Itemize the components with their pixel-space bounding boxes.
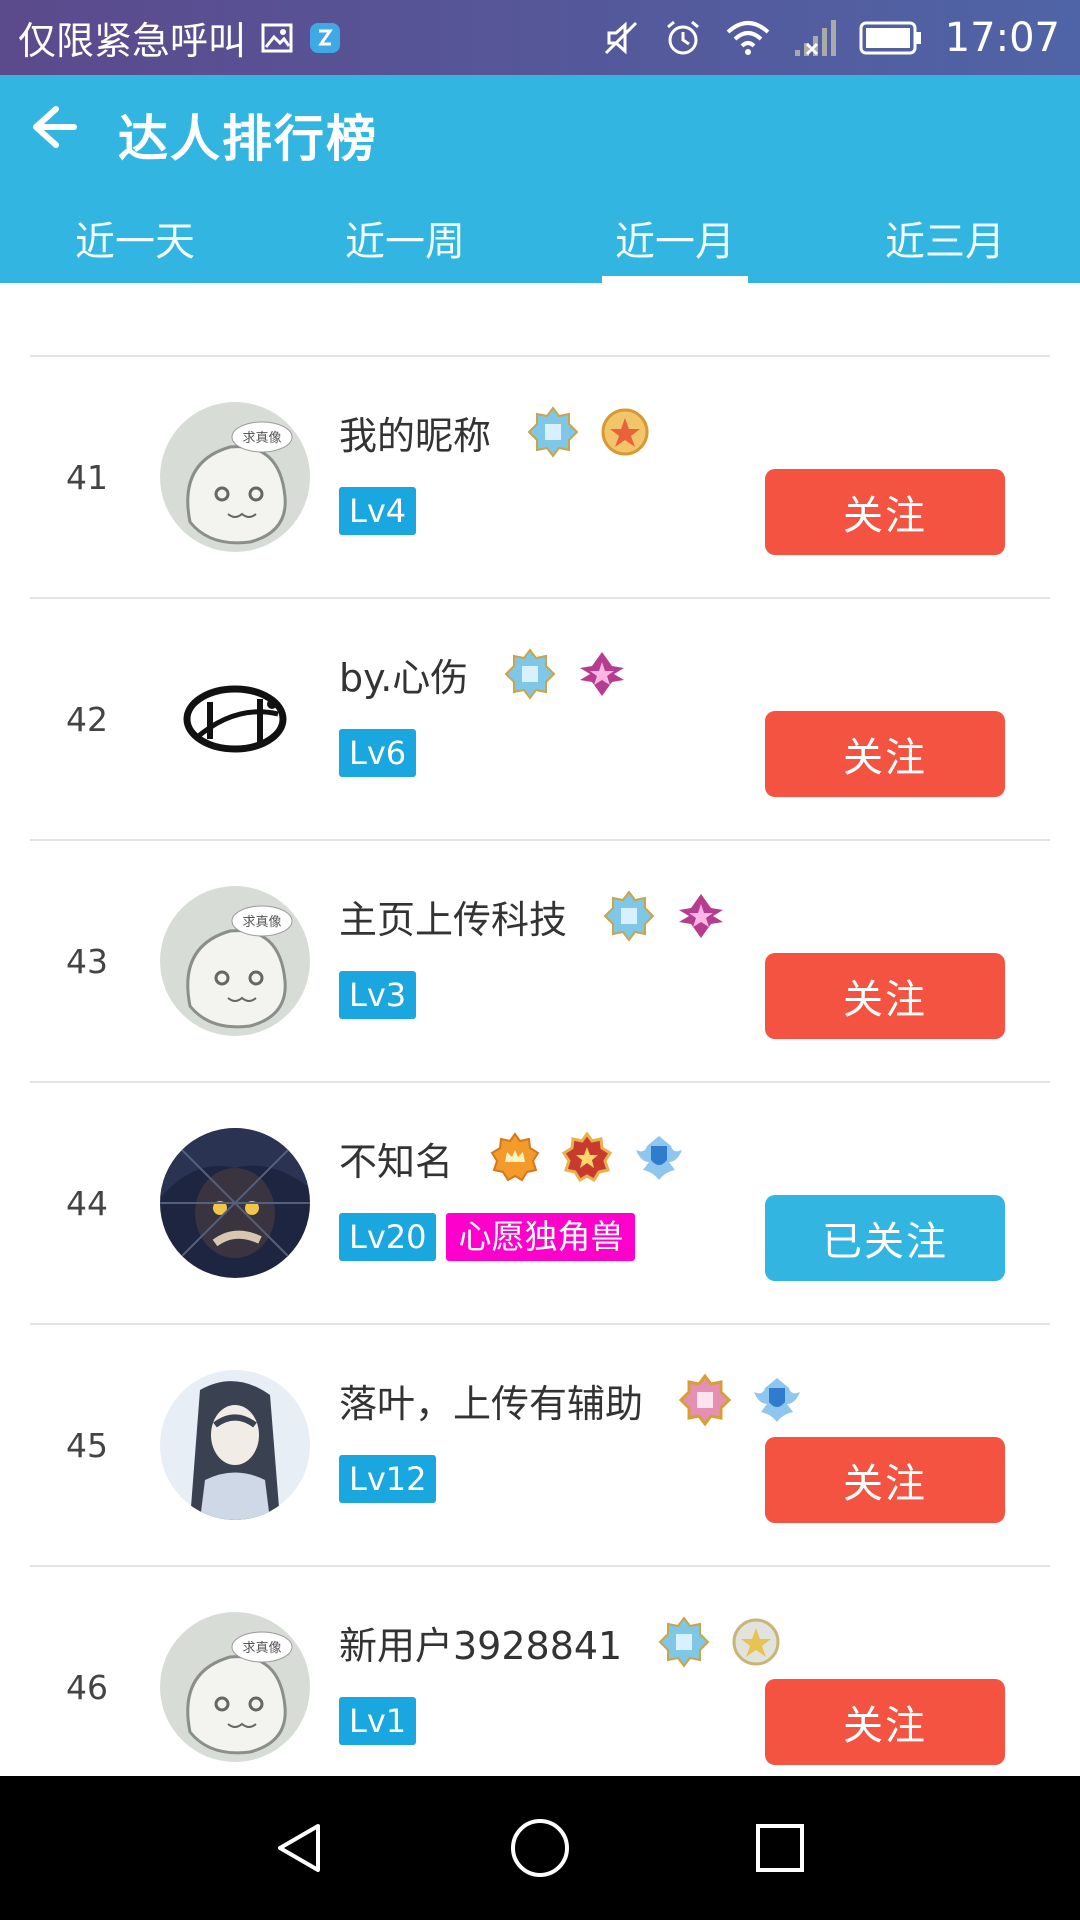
status-time: 17:07 xyxy=(944,14,1060,61)
blue-shield-medal-icon xyxy=(636,1136,683,1180)
name-line: 我的昵称 xyxy=(339,402,671,462)
level-tag: Lv12 xyxy=(339,1455,437,1503)
back-triangle-icon xyxy=(278,1824,320,1872)
tag-line: Lv12 xyxy=(339,1455,437,1503)
signal-icon xyxy=(793,18,837,58)
image-icon xyxy=(260,21,294,55)
user-name[interactable]: 不知名 xyxy=(339,1131,453,1186)
list-item[interactable]: 43 求真像 主页上传科技 Lv3 关注 xyxy=(30,839,1050,1081)
default-avatar[interactable]: 求真像 xyxy=(160,1612,310,1762)
level-tag: Lv4 xyxy=(339,487,417,535)
tag-line: Lv20 心愿独角兽 xyxy=(339,1213,636,1261)
list-item[interactable]: 45 落叶，上传有辅助 Lv12 关注 xyxy=(30,1323,1050,1565)
tag-line: Lv4 xyxy=(339,487,417,535)
app-header: 达人排行榜 近一天 近一周 近一月 近三月 xyxy=(0,75,1080,283)
rank-number: 46 xyxy=(66,1667,108,1707)
level-tag: Lv20 xyxy=(339,1213,437,1261)
followed-button[interactable]: 已关注 xyxy=(765,1195,1005,1281)
ranking-list[interactable]: 关注 41 求真像 我的昵称 Lv4 关注 42 xyxy=(0,283,1080,1776)
tag-line: Lv6 xyxy=(339,729,417,777)
wifi-icon xyxy=(725,18,771,58)
period-tabs: 近一天 近一周 近一月 近三月 xyxy=(0,193,1080,283)
back-arrow-icon xyxy=(33,106,77,148)
alarm-icon xyxy=(663,18,703,58)
name-line: 不知名 xyxy=(339,1128,705,1188)
xinshang-logo-avatar[interactable] xyxy=(160,644,310,794)
nav-recents-button[interactable] xyxy=(740,1808,820,1888)
tab-month[interactable]: 近一月 xyxy=(540,193,810,283)
user-name[interactable]: 我的昵称 xyxy=(339,405,491,460)
pink-crystal-medal-icon xyxy=(679,1374,732,1426)
level-tag: Lv1 xyxy=(339,1697,417,1745)
crystal-medal-icon xyxy=(658,1616,710,1668)
silver-star-medal-icon xyxy=(732,1618,780,1666)
default-avatar[interactable]: 求真像 xyxy=(160,886,310,1036)
list-item[interactable]: 41 求真像 我的昵称 Lv4 关注 xyxy=(30,355,1050,597)
system-nav-bar xyxy=(0,1776,1080,1920)
name-line: 主页上传科技 xyxy=(339,886,747,946)
name-line: 落叶，上传有辅助 xyxy=(339,1370,823,1430)
user-name[interactable]: 落叶，上传有辅助 xyxy=(339,1373,643,1428)
rank-number: 42 xyxy=(66,699,108,739)
purple-star-medal-icon xyxy=(679,894,724,938)
level-tag: Lv3 xyxy=(339,971,417,1019)
list-item[interactable]: 46 求真像 新用户3928841 Lv1 关注 xyxy=(30,1565,1050,1776)
title-badge: 心愿独角兽 xyxy=(446,1213,636,1261)
red-star-medal-icon xyxy=(561,1132,613,1183)
user-name[interactable]: 主页上传科技 xyxy=(339,889,567,944)
default-avatar[interactable]: 求真像 xyxy=(160,402,310,552)
anime-character-avatar[interactable] xyxy=(160,1128,310,1278)
follow-button[interactable]: 关注 xyxy=(765,469,1005,555)
nav-home-button[interactable] xyxy=(500,1808,580,1888)
battery-icon xyxy=(859,20,923,56)
gold-star-medal-icon xyxy=(601,408,649,456)
rank-number: 41 xyxy=(66,457,108,497)
app-icon xyxy=(308,21,342,55)
purple-star-medal-icon xyxy=(580,652,625,696)
avatar-caption: 求真像 xyxy=(242,431,281,446)
follow-button[interactable]: 关注 xyxy=(765,1437,1005,1523)
home-circle-icon xyxy=(511,1819,569,1877)
nav-back-button[interactable] xyxy=(260,1808,340,1888)
tab-three-months[interactable]: 近三月 xyxy=(810,193,1080,283)
follow-button[interactable]: 关注 xyxy=(765,711,1005,797)
name-line: by.心伤 xyxy=(339,644,648,704)
page-title: 达人排行榜 xyxy=(118,110,378,168)
crystal-medal-icon xyxy=(504,648,556,700)
follow-button[interactable]: 关注 xyxy=(765,953,1005,1039)
level-tag: Lv6 xyxy=(339,729,417,777)
avatar-caption: 求真像 xyxy=(242,1641,281,1656)
follow-button[interactable]: 关注 xyxy=(765,1679,1005,1765)
rank-number: 44 xyxy=(66,1183,108,1223)
crystal-medal-icon xyxy=(603,890,655,942)
crystal-medal-icon xyxy=(527,406,579,458)
tab-day[interactable]: 近一天 xyxy=(0,193,270,283)
rank-number: 45 xyxy=(66,1425,108,1465)
avatar-caption: 求真像 xyxy=(242,915,281,930)
name-line: 新用户3928841 xyxy=(339,1612,802,1672)
list-item[interactable]: 44 不知名 Lv20 心愿独角兽 已关注 xyxy=(30,1081,1050,1323)
mute-icon xyxy=(601,18,641,58)
tag-line: Lv3 xyxy=(339,971,417,1019)
back-button[interactable] xyxy=(24,97,84,157)
anime-portrait-avatar[interactable] xyxy=(160,1370,310,1520)
user-name[interactable]: 新用户3928841 xyxy=(339,1615,622,1670)
list-item[interactable]: 42 by.心伤 Lv6 关注 xyxy=(30,597,1050,839)
carrier-text: 仅限紧急呼叫 xyxy=(18,19,247,63)
status-bar: 仅限紧急呼叫 17:07 xyxy=(0,0,1080,75)
tag-line: Lv1 xyxy=(339,1697,417,1745)
status-right: 17:07 xyxy=(601,15,1080,61)
recents-square-icon xyxy=(756,1824,804,1872)
tab-week[interactable]: 近一周 xyxy=(270,193,540,283)
orange-crown-medal-icon xyxy=(490,1132,540,1182)
user-name[interactable]: by.心伤 xyxy=(339,647,468,702)
blue-shield-medal-icon xyxy=(754,1378,801,1422)
rank-number: 43 xyxy=(66,941,108,981)
status-left: 仅限紧急呼叫 xyxy=(0,10,342,65)
